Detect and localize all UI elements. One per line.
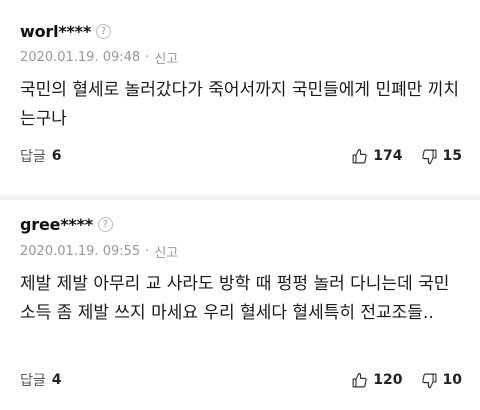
report-link[interactable]: 신고 bbox=[154, 48, 178, 67]
reply-count: 6 bbox=[51, 148, 62, 164]
dislike-button[interactable]: 10 bbox=[421, 372, 462, 389]
reply-count: 4 bbox=[51, 372, 62, 388]
comment-author[interactable]: gree**** bbox=[20, 215, 93, 234]
dislike-button[interactable]: 15 bbox=[421, 148, 462, 165]
comment-meta: 2020.01.19. 09:55 · 신고 bbox=[20, 242, 178, 261]
comment-meta: 2020.01.19. 09:48 · 신고 bbox=[20, 48, 178, 67]
reply-button[interactable]: 답글 6 bbox=[20, 146, 62, 166]
meta-separator: · bbox=[145, 244, 150, 259]
like-count: 174 bbox=[373, 148, 403, 164]
comment-item: worl**** ? 2020.01.19. 09:48 · 신고 국민의 혈세… bbox=[0, 0, 480, 195]
help-circle-icon[interactable]: ? bbox=[97, 217, 113, 232]
report-link[interactable]: 신고 bbox=[154, 242, 178, 261]
comment-date: 2020.01.19. 09:55 bbox=[20, 244, 141, 259]
comment-item: gree**** ? 2020.01.19. 09:55 · 신고 제발 제발 … bbox=[0, 200, 480, 410]
dislike-count: 10 bbox=[442, 372, 462, 388]
like-button[interactable]: 174 bbox=[351, 148, 403, 165]
comment-text: 제발 제발 아무리 교 사라도 방학 때 펑펑 놀러 다니는데 국민소득 좀 제… bbox=[20, 274, 450, 323]
meta-separator: · bbox=[145, 50, 150, 65]
reply-label: 답글 bbox=[20, 373, 46, 389]
comment-author[interactable]: worl**** bbox=[20, 22, 91, 41]
comment-text: 국민의 혈세로 놀러갔다가 죽어서까지 국민들에게 민폐만 끼치는구나 bbox=[20, 80, 460, 129]
vote-group: 174 15 bbox=[333, 148, 462, 165]
comment-footer: 답글 6 174 15 bbox=[20, 146, 462, 166]
thumbs-up-icon bbox=[352, 148, 367, 163]
comment-date: 2020.01.19. 09:48 bbox=[20, 50, 141, 65]
author-row: worl**** ? bbox=[20, 22, 112, 41]
like-count: 120 bbox=[373, 372, 403, 388]
reply-label: 답글 bbox=[20, 149, 46, 165]
thumbs-down-icon bbox=[421, 373, 436, 388]
dislike-count: 15 bbox=[442, 148, 462, 164]
reply-button[interactable]: 답글 4 bbox=[20, 370, 62, 390]
thumbs-down-icon bbox=[421, 149, 436, 164]
thumbs-up-icon bbox=[352, 372, 367, 387]
help-circle-icon[interactable]: ? bbox=[96, 24, 112, 39]
author-row: gree**** ? bbox=[20, 215, 113, 234]
vote-group: 120 10 bbox=[333, 372, 462, 389]
like-button[interactable]: 120 bbox=[351, 372, 403, 389]
comment-footer: 답글 4 120 10 bbox=[20, 370, 462, 390]
